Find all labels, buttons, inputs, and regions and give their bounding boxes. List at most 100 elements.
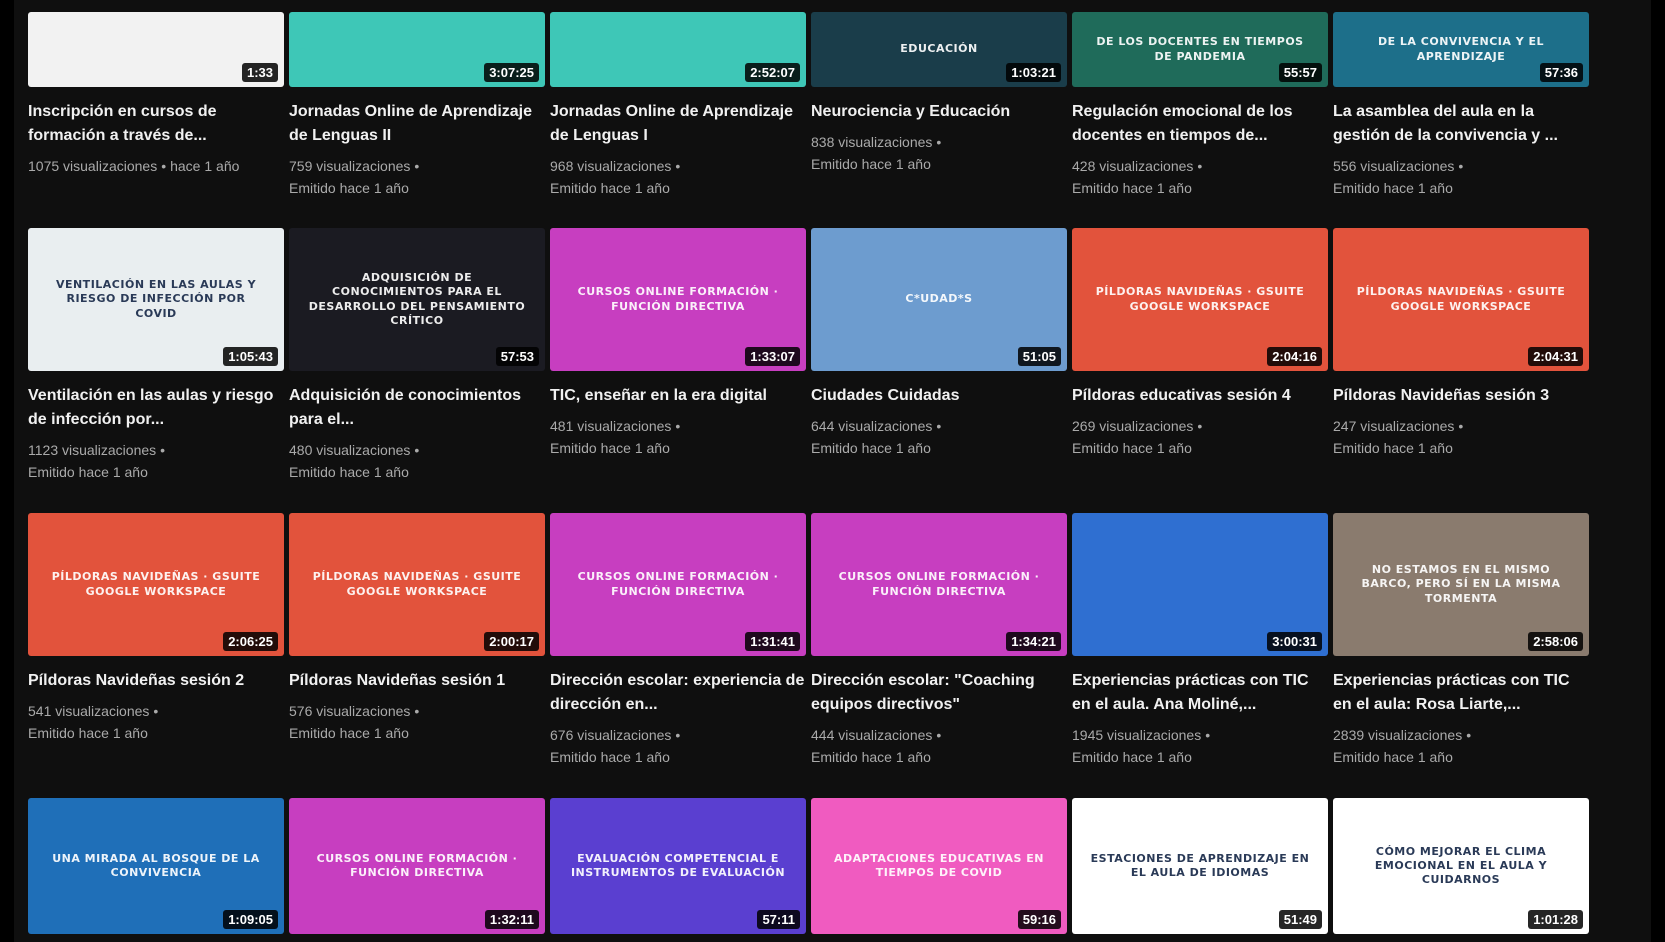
video-title[interactable]: Jornadas Online de Aprendizaje de Lengua…	[550, 100, 806, 148]
video-card[interactable]: C*UDAD*S 51:05 Ciudades Cuidadas 644 visual…	[811, 228, 1067, 513]
metadata-separator: •	[160, 442, 166, 458]
video-title[interactable]: TIC, enseñar en la era digital	[550, 384, 806, 408]
upload-age: Emitido hace 1 año	[1333, 180, 1453, 196]
video-card[interactable]: DE LOS DOCENTES EN TIEMPOS DE PANDEMIA 55…	[1072, 0, 1328, 228]
thumbnail-caption: Una mirada al bosque de la convivencia	[52, 851, 260, 879]
video-thumbnail[interactable]: 1:33	[28, 12, 284, 87]
video-thumbnail[interactable]: ESTACIONES DE APRENDIZAJE EN EL AULA DE …	[1072, 798, 1328, 934]
view-count: 1945 visualizaciones	[1072, 727, 1202, 743]
metadata-separator: •	[414, 158, 420, 174]
video-title[interactable]: Regulación emocional de los docentes en …	[1072, 100, 1328, 148]
video-grid-frame: 1:33 Inscripción en cursos de formación a…	[14, 0, 1651, 942]
video-card[interactable]: 3:00:31 Experiencias prácticas con TIC en…	[1072, 513, 1328, 798]
video-card[interactable]: CURSOS ONLINE FORMACIÓN · FUNCIÓN DIRECT…	[811, 513, 1067, 798]
thumbnail-caption: C*UDAD*S	[905, 292, 973, 306]
video-metadata: 444 visualizaciones • Emitido hace 1 año	[811, 724, 1067, 768]
video-card[interactable]: ADQUISICIÓN DE CONOCIMIENTOS PARA EL DES…	[289, 228, 545, 513]
duration-badge: 1:09:05	[223, 910, 278, 929]
video-thumbnail[interactable]: Evaluación competencial e instrumentos d…	[550, 798, 806, 934]
video-metadata: 269 visualizaciones • Emitido hace 1 año	[1072, 415, 1328, 459]
video-thumbnail[interactable]: ADAPTACIONES EDUCATIVAS EN TIEMPOS DE CO…	[811, 798, 1067, 934]
video-title[interactable]: Dirección escolar: "Coaching equipos dir…	[811, 669, 1067, 717]
duration-badge: 2:00:17	[484, 632, 539, 651]
video-card[interactable]: VENTILACIÓN EN LAS AULAS Y RIESGO DE INF…	[28, 228, 284, 513]
video-card[interactable]: CURSOS ONLINE FORMACIÓN · FUNCIÓN DIRECT…	[289, 798, 545, 934]
metadata-separator: •	[153, 703, 159, 719]
metadata-separator: •	[1205, 727, 1211, 743]
duration-badge: 2:04:16	[1267, 347, 1322, 366]
video-card[interactable]: 2:52:07 Jornadas Online de Aprendizaje de…	[550, 0, 806, 228]
video-card[interactable]: Una mirada al bosque de la convivencia 1:…	[28, 798, 284, 934]
video-thumbnail[interactable]: DE LA CONVIVENCIA Y EL APRENDIZAJE 57:36	[1333, 12, 1589, 87]
video-card[interactable]: NO ESTAMOS EN EL MISMO BARCO, PERO SÍ EN…	[1333, 513, 1589, 798]
video-title[interactable]: Jornadas Online de Aprendizaje de Lengua…	[289, 100, 545, 148]
video-thumbnail[interactable]: 3:07:25	[289, 12, 545, 87]
upload-age: Emitido hace 1 año	[1072, 749, 1192, 765]
video-card[interactable]: 3:07:25 Jornadas Online de Aprendizaje de…	[289, 0, 545, 228]
video-title[interactable]: Ventilación en las aulas y riesgo de inf…	[28, 384, 284, 432]
video-thumbnail[interactable]: Una mirada al bosque de la convivencia 1:…	[28, 798, 284, 934]
video-thumbnail[interactable]: CURSOS ONLINE FORMACIÓN · FUNCIÓN DIRECT…	[550, 228, 806, 371]
video-metadata: 968 visualizaciones • Emitido hace 1 año	[550, 155, 806, 199]
video-thumbnail[interactable]: CURSOS ONLINE FORMACIÓN · FUNCIÓN DIRECT…	[289, 798, 545, 934]
video-metadata: 1123 visualizaciones • Emitido hace 1 año	[28, 439, 284, 483]
duration-badge: 1:01:28	[1528, 910, 1583, 929]
thumbnail-caption: CURSOS ONLINE FORMACIÓN · FUNCIÓN DIRECT…	[577, 570, 779, 598]
video-title[interactable]: Dirección escolar: experiencia de direcc…	[550, 669, 806, 717]
video-card[interactable]: PÍLDORAS NAVIDEÑAS · GSUITE GOOGLE WORKS…	[1072, 228, 1328, 513]
view-count: 576 visualizaciones	[289, 703, 411, 719]
video-thumbnail[interactable]: PÍLDORAS NAVIDEÑAS · GSUITE GOOGLE WORKS…	[1333, 228, 1589, 371]
video-thumbnail[interactable]: PÍLDORAS NAVIDEÑAS · GSUITE GOOGLE WORKS…	[1072, 228, 1328, 371]
video-card[interactable]: ADAPTACIONES EDUCATIVAS EN TIEMPOS DE CO…	[811, 798, 1067, 934]
video-thumbnail[interactable]: VENTILACIÓN EN LAS AULAS Y RIESGO DE INF…	[28, 228, 284, 371]
video-thumbnail[interactable]: CURSOS ONLINE FORMACIÓN · FUNCIÓN DIRECT…	[550, 513, 806, 656]
video-title[interactable]: Ciudades Cuidadas	[811, 384, 1067, 408]
video-card[interactable]: EDUCACIÓN 1:03:21 Neurociencia y Educación…	[811, 0, 1067, 228]
video-thumbnail[interactable]: DE LOS DOCENTES EN TIEMPOS DE PANDEMIA 55…	[1072, 12, 1328, 87]
view-count: 759 visualizaciones	[289, 158, 411, 174]
video-card[interactable]: PÍLDORAS NAVIDEÑAS · GSUITE GOOGLE WORKS…	[28, 513, 284, 798]
video-title[interactable]: Experiencias prácticas con TIC en el aul…	[1333, 669, 1589, 717]
view-count: 481 visualizaciones	[550, 418, 672, 434]
video-card[interactable]: Evaluación competencial e instrumentos d…	[550, 798, 806, 934]
video-thumbnail[interactable]: PÍLDORAS NAVIDEÑAS · GSUITE GOOGLE WORKS…	[28, 513, 284, 656]
video-card[interactable]: CURSOS ONLINE FORMACIÓN · FUNCIÓN DIRECT…	[550, 228, 806, 513]
thumbnail-caption: ESTACIONES DE APRENDIZAJE EN EL AULA DE …	[1090, 851, 1310, 879]
video-thumbnail[interactable]: CÓMO MEJORAR EL CLIMA EMOCIONAL EN EL AU…	[1333, 798, 1589, 934]
thumbnail-caption	[660, 42, 696, 58]
video-card[interactable]: PÍLDORAS NAVIDEÑAS · GSUITE GOOGLE WORKS…	[289, 513, 545, 798]
video-thumbnail[interactable]: 3:00:31	[1072, 513, 1328, 656]
video-title[interactable]: Píldoras educativas sesión 4	[1072, 384, 1328, 408]
view-count: 269 visualizaciones	[1072, 418, 1194, 434]
thumbnail-caption	[399, 42, 435, 58]
video-title[interactable]: Neurociencia y Educación	[811, 100, 1067, 124]
video-thumbnail[interactable]: ADQUISICIÓN DE CONOCIMIENTOS PARA EL DES…	[289, 228, 545, 371]
view-count: 644 visualizaciones	[811, 418, 933, 434]
video-thumbnail[interactable]: NO ESTAMOS EN EL MISMO BARCO, PERO SÍ EN…	[1333, 513, 1589, 656]
video-title[interactable]: Píldoras Navideñas sesión 3	[1333, 384, 1589, 408]
video-title[interactable]: La asamblea del aula en la gestión de la…	[1333, 100, 1589, 148]
video-title[interactable]: Píldoras Navideñas sesión 2	[28, 669, 284, 693]
video-card[interactable]: 1:33 Inscripción en cursos de formación a…	[28, 0, 284, 228]
video-card[interactable]: CURSOS ONLINE FORMACIÓN · FUNCIÓN DIRECT…	[550, 513, 806, 798]
video-title[interactable]: Píldoras Navideñas sesión 1	[289, 669, 545, 693]
video-card[interactable]: PÍLDORAS NAVIDEÑAS · GSUITE GOOGLE WORKS…	[1333, 228, 1589, 513]
upload-age: Emitido hace 1 año	[289, 180, 409, 196]
metadata-separator: •	[675, 418, 681, 434]
metadata-separator: •	[936, 727, 942, 743]
video-title[interactable]: Experiencias prácticas con TIC en el aul…	[1072, 669, 1328, 717]
video-thumbnail[interactable]: PÍLDORAS NAVIDEÑAS · GSUITE GOOGLE WORKS…	[289, 513, 545, 656]
video-card[interactable]: CÓMO MEJORAR EL CLIMA EMOCIONAL EN EL AU…	[1333, 798, 1589, 934]
video-title[interactable]: Adquisición de conocimientos para el...	[289, 384, 545, 432]
video-thumbnail[interactable]: 2:52:07	[550, 12, 806, 87]
upload-age: hace 1 año	[170, 158, 240, 174]
view-count: 968 visualizaciones	[550, 158, 672, 174]
video-thumbnail[interactable]: EDUCACIÓN 1:03:21	[811, 12, 1067, 87]
video-thumbnail[interactable]: C*UDAD*S 51:05	[811, 228, 1067, 371]
video-card[interactable]: DE LA CONVIVENCIA Y EL APRENDIZAJE 57:36 L…	[1333, 0, 1589, 228]
view-count: 556 visualizaciones	[1333, 158, 1455, 174]
video-thumbnail[interactable]: CURSOS ONLINE FORMACIÓN · FUNCIÓN DIRECT…	[811, 513, 1067, 656]
duration-badge: 1:31:41	[745, 632, 800, 651]
video-title[interactable]: Inscripción en cursos de formación a tra…	[28, 100, 284, 148]
video-card[interactable]: ESTACIONES DE APRENDIZAJE EN EL AULA DE …	[1072, 798, 1328, 934]
